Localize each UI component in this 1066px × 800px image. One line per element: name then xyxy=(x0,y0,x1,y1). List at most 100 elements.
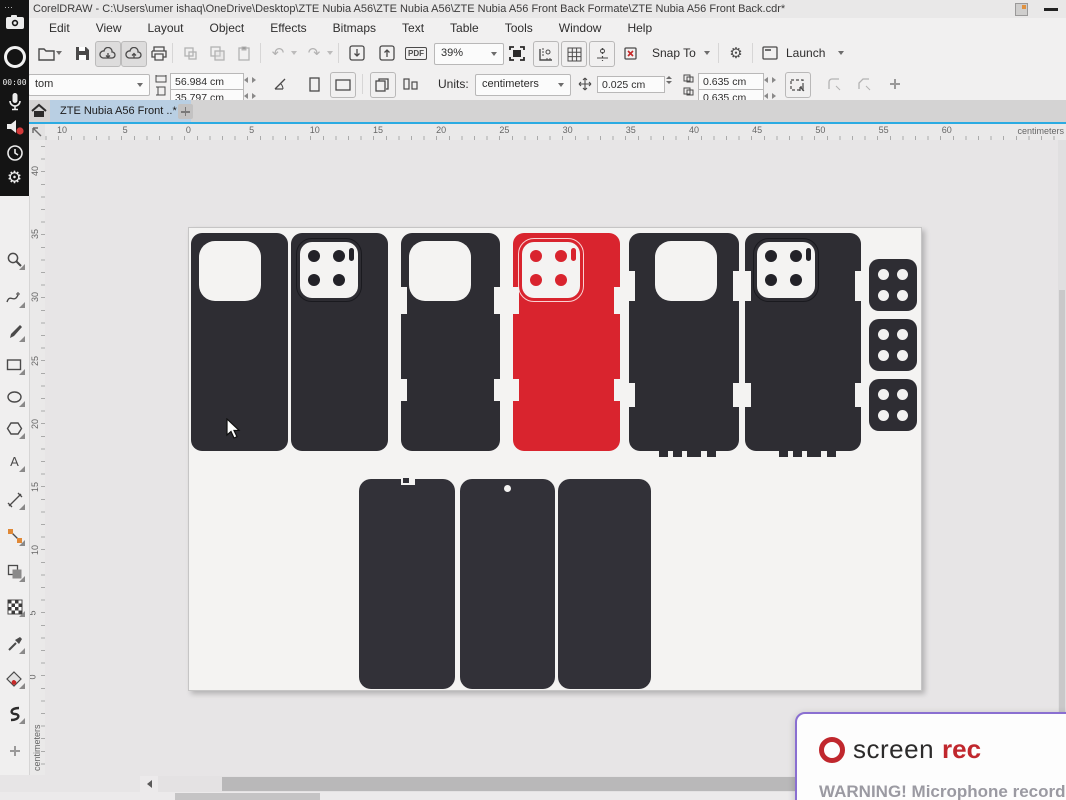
fullscreen-button[interactable] xyxy=(505,41,529,65)
drawing-workspace[interactable] xyxy=(45,140,1058,775)
recorder-settings-button[interactable] xyxy=(0,168,29,188)
snap-to-caret[interactable] xyxy=(704,51,710,55)
phone-front-skin-1[interactable] xyxy=(359,479,455,689)
new-dropdown-caret[interactable] xyxy=(56,51,62,55)
cloud-open-button[interactable] xyxy=(95,41,121,67)
fillet-button[interactable] xyxy=(822,72,846,96)
duplicate-x-spinner[interactable] xyxy=(764,77,776,83)
text-tool[interactable]: A xyxy=(3,450,26,473)
eyedropper-tool[interactable] xyxy=(3,632,26,655)
menu-window[interactable]: Window xyxy=(546,18,615,38)
phone-back-skin-4[interactable] xyxy=(513,233,620,451)
chamfer-button[interactable] xyxy=(852,72,876,96)
horizontal-ruler[interactable]: centimeters 105051015202530354045505560 xyxy=(29,124,1066,140)
vertical-ruler[interactable]: centimeters 4035302520151050 xyxy=(29,140,45,775)
menu-help[interactable]: Help xyxy=(614,18,665,38)
publish-pdf-button[interactable]: PDF xyxy=(404,41,428,65)
ellipse-tool[interactable] xyxy=(3,385,26,408)
export-button[interactable] xyxy=(375,41,399,65)
drag-handle-icon[interactable]: ⋯ xyxy=(4,2,14,13)
menu-layout[interactable]: Layout xyxy=(134,18,196,38)
options-button[interactable] xyxy=(724,41,748,65)
phone-back-skin-2[interactable] xyxy=(291,233,388,451)
page-angle-button[interactable] xyxy=(268,72,292,96)
history-button[interactable] xyxy=(0,144,29,162)
snap-to-label[interactable]: Snap To xyxy=(652,46,696,60)
save-button[interactable] xyxy=(70,41,94,65)
polygon-tool[interactable] xyxy=(3,417,26,440)
page-height-spinner[interactable] xyxy=(244,93,256,99)
window-minimize-icon[interactable] xyxy=(1044,8,1058,11)
copy-button[interactable] xyxy=(205,41,229,65)
screenshot-button[interactable] xyxy=(0,14,29,30)
menu-object[interactable]: Object xyxy=(197,18,258,38)
redo-button[interactable] xyxy=(302,41,326,65)
scroll-left-button[interactable] xyxy=(140,776,158,792)
vertical-scrollbar-thumb[interactable] xyxy=(1059,290,1065,770)
camera-lens-piece-3[interactable] xyxy=(869,379,917,431)
zoom-tool[interactable] xyxy=(3,248,26,271)
menu-edit[interactable]: Edit xyxy=(36,18,83,38)
page-preset-combo[interactable]: tom xyxy=(28,74,150,96)
connector-tool[interactable] xyxy=(3,524,26,547)
undo-dropdown-caret[interactable] xyxy=(291,51,297,55)
import-button[interactable] xyxy=(345,41,369,65)
phone-front-skin-3[interactable] xyxy=(558,479,651,689)
cut-button[interactable] xyxy=(178,41,202,65)
ruler-origin-corner[interactable] xyxy=(29,124,45,140)
microphone-button[interactable] xyxy=(0,92,29,112)
show-grid-button[interactable] xyxy=(561,41,587,67)
snap-off-button[interactable] xyxy=(620,41,644,65)
menu-table[interactable]: Table xyxy=(437,18,492,38)
shadow-tool[interactable] xyxy=(3,560,26,583)
launch-button[interactable] xyxy=(758,41,782,65)
launch-caret[interactable] xyxy=(838,51,844,55)
welcome-home-button[interactable] xyxy=(30,102,48,120)
undo-button[interactable] xyxy=(266,41,290,65)
phone-front-skin-2[interactable] xyxy=(460,479,555,689)
freehand-tool[interactable] xyxy=(3,286,26,309)
page-width-spinner[interactable] xyxy=(244,77,256,83)
landscape-button[interactable] xyxy=(330,72,356,98)
paste-button[interactable] xyxy=(232,41,256,65)
speaker-button[interactable] xyxy=(0,118,29,136)
phone-back-skin-6[interactable] xyxy=(745,233,861,451)
units-combo[interactable]: centimeters xyxy=(475,74,571,96)
redo-dropdown-caret[interactable] xyxy=(327,51,333,55)
print-button[interactable] xyxy=(147,41,171,65)
all-pages-button[interactable] xyxy=(370,72,396,98)
record-button[interactable] xyxy=(0,44,29,70)
menu-text[interactable]: Text xyxy=(389,18,437,38)
customize-toolbar-button[interactable] xyxy=(888,77,902,91)
camera-lens-piece-1[interactable] xyxy=(869,259,917,311)
zoom-level-combo[interactable]: 39% xyxy=(434,43,504,65)
duplicate-y-spinner[interactable] xyxy=(764,93,776,99)
add-tools-button[interactable] xyxy=(8,744,22,758)
smear-tool[interactable] xyxy=(3,702,26,725)
new-document-button[interactable] xyxy=(34,41,58,65)
phone-back-skin-5[interactable] xyxy=(629,233,739,451)
vertical-scrollbar[interactable] xyxy=(1058,140,1066,775)
menu-view[interactable]: View xyxy=(83,18,135,38)
facing-pages-button[interactable] xyxy=(398,72,422,96)
duplicate-x-field[interactable]: 0.635 cm xyxy=(698,73,764,90)
nudge-field[interactable]: 0.025 cm xyxy=(597,76,665,93)
phone-back-skin-3[interactable] xyxy=(401,233,500,451)
treat-as-filled-button[interactable] xyxy=(785,72,811,98)
launch-label[interactable]: Launch xyxy=(786,46,825,60)
camera-lens-piece-2[interactable] xyxy=(869,319,917,371)
show-guidelines-button[interactable] xyxy=(589,41,615,67)
new-tab-button[interactable] xyxy=(178,104,193,119)
document-page[interactable] xyxy=(188,227,922,691)
artistic-media-tool[interactable] xyxy=(3,320,26,343)
document-tab[interactable]: ZTE Nubia A56 Front ..* xyxy=(50,100,191,122)
menu-bitmaps[interactable]: Bitmaps xyxy=(320,18,389,38)
menu-tools[interactable]: Tools xyxy=(492,18,546,38)
show-rulers-button[interactable] xyxy=(533,41,559,67)
pattern-fill-tool[interactable] xyxy=(3,595,26,618)
cloud-save-button[interactable] xyxy=(121,41,147,67)
dimension-tool[interactable] xyxy=(3,488,26,511)
nudge-spinner[interactable] xyxy=(666,76,672,84)
portrait-button[interactable] xyxy=(302,72,326,96)
rectangle-tool[interactable] xyxy=(3,353,26,376)
